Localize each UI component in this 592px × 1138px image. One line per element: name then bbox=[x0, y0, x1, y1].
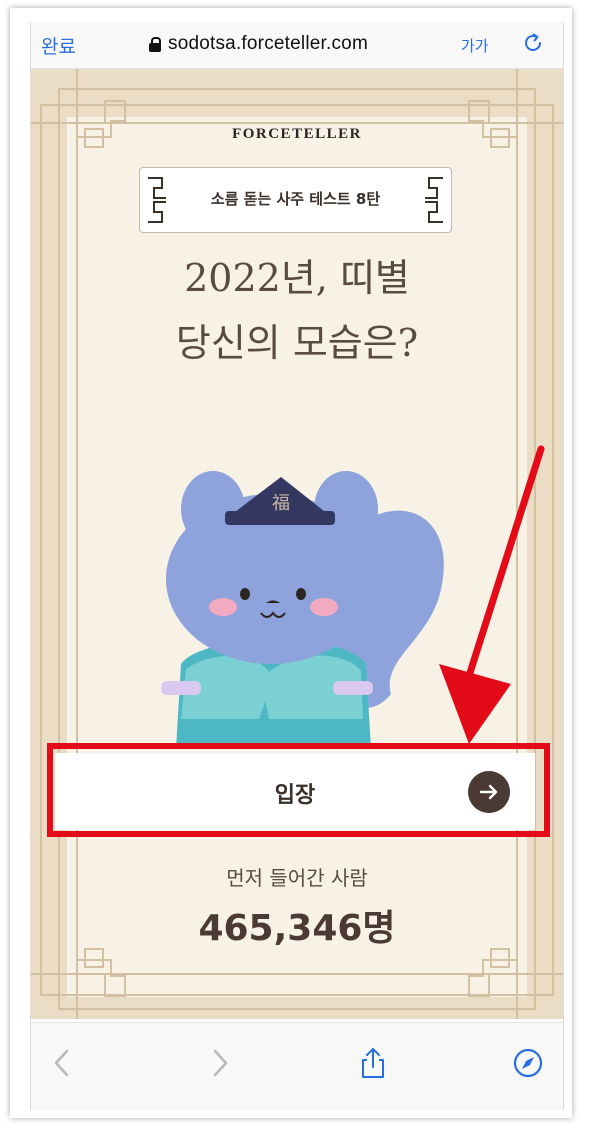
text-size-button[interactable]: 가가 bbox=[461, 35, 489, 56]
headline-line-1: 2022년, 띠별 bbox=[184, 256, 410, 300]
share-icon[interactable] bbox=[357, 1047, 389, 1079]
highlight-annotation-box bbox=[47, 743, 550, 837]
compass-icon[interactable] bbox=[512, 1047, 544, 1079]
banner-title: 소름 돋는 사주 테스트 8탄 bbox=[210, 190, 381, 208]
phone-screen: 완료 sodotsa.forceteller.com 가가 FORCETELLE… bbox=[30, 22, 564, 1110]
back-icon[interactable] bbox=[47, 1047, 79, 1079]
lock-icon bbox=[149, 36, 161, 52]
annotation-arrow bbox=[439, 445, 545, 744]
test-title-banner: 소름 돋는 사주 테스트 8탄 bbox=[139, 167, 452, 233]
forceteller-logo: FORCETELLER bbox=[232, 126, 362, 142]
hat-emblem: 福 bbox=[272, 493, 290, 514]
browser-toolbar bbox=[31, 1022, 563, 1110]
visitors-label: 먼저 들어간 사람 bbox=[226, 866, 368, 890]
browser-address-bar: 완료 sodotsa.forceteller.com 가가 bbox=[31, 22, 563, 69]
headline-line-2: 당신의 모습은? bbox=[175, 321, 419, 365]
url-text: sodotsa.forceteller.com bbox=[168, 33, 368, 54]
url-field[interactable]: sodotsa.forceteller.com bbox=[149, 33, 368, 55]
reload-icon[interactable] bbox=[521, 31, 545, 55]
test-landing-page: FORCETELLER 소름 돋는 사주 테스트 8탄 2022년, 띠별 당신… bbox=[31, 69, 563, 1019]
forward-icon[interactable] bbox=[203, 1047, 235, 1079]
visitors-count: 465,346명 bbox=[198, 908, 396, 949]
done-button[interactable]: 완료 bbox=[41, 32, 76, 59]
